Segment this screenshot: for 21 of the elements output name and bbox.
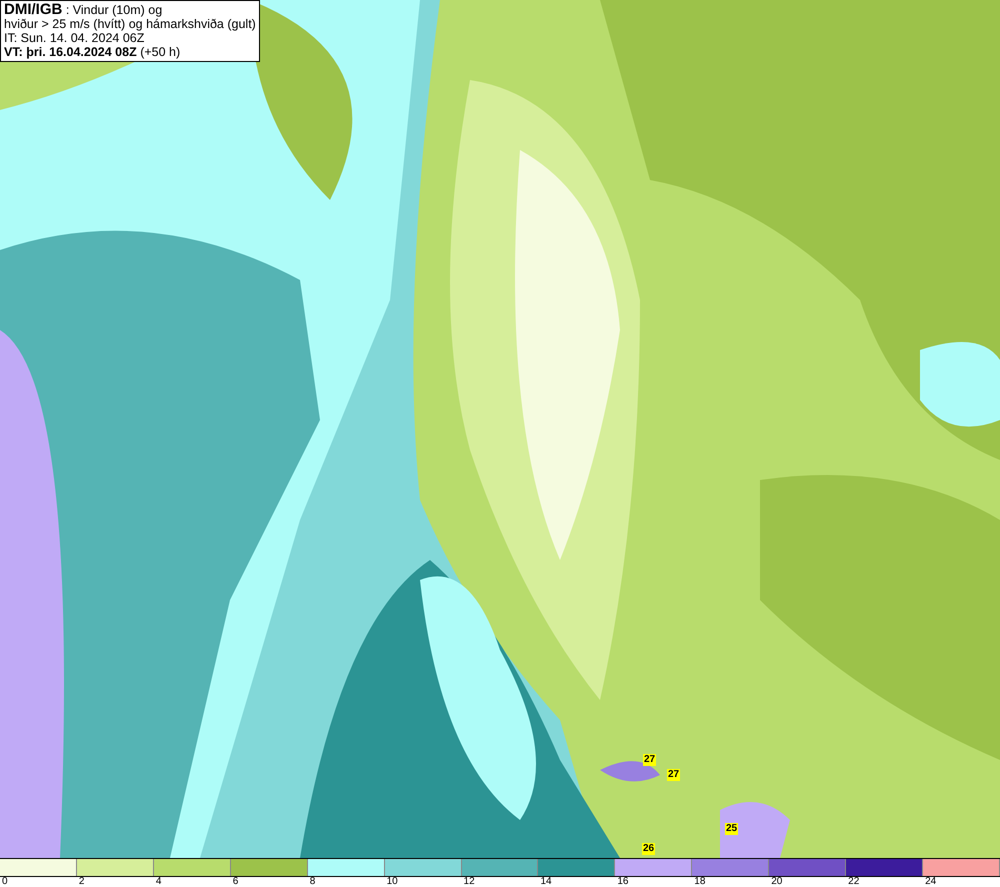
legend-label: 6: [232, 877, 240, 887]
legend-label: 20: [770, 877, 784, 887]
legend-label: 24: [924, 877, 938, 887]
legend-label: 16: [616, 877, 630, 887]
legend-label: 0: [1, 877, 9, 887]
issue-time: IT: Sun. 14. 04. 2024 06Z: [4, 31, 146, 45]
legend-label: 14: [539, 877, 553, 887]
map-title: DMI/IGB : Vindur (10m) og: [4, 3, 164, 17]
gust-label: 26: [642, 843, 656, 855]
valid-time: VT: þri. 16.04.2024 08Z (+50 h): [4, 45, 182, 59]
legend-label: 22: [847, 877, 860, 887]
map-subtitle: hviður > 25 m/s (hvítt) og hámarkshviða (gult): [4, 17, 256, 31]
legend-label: 4: [154, 877, 162, 887]
legend-label: 10: [386, 877, 399, 887]
legend-label: 12: [462, 877, 476, 887]
legend-label: 8: [308, 877, 316, 887]
gust-label: 27: [643, 754, 656, 766]
gust-label: 27: [667, 769, 680, 781]
legend-label: 2: [78, 877, 86, 887]
legend-label: 18: [693, 877, 706, 887]
gust-label: 25: [725, 823, 738, 835]
